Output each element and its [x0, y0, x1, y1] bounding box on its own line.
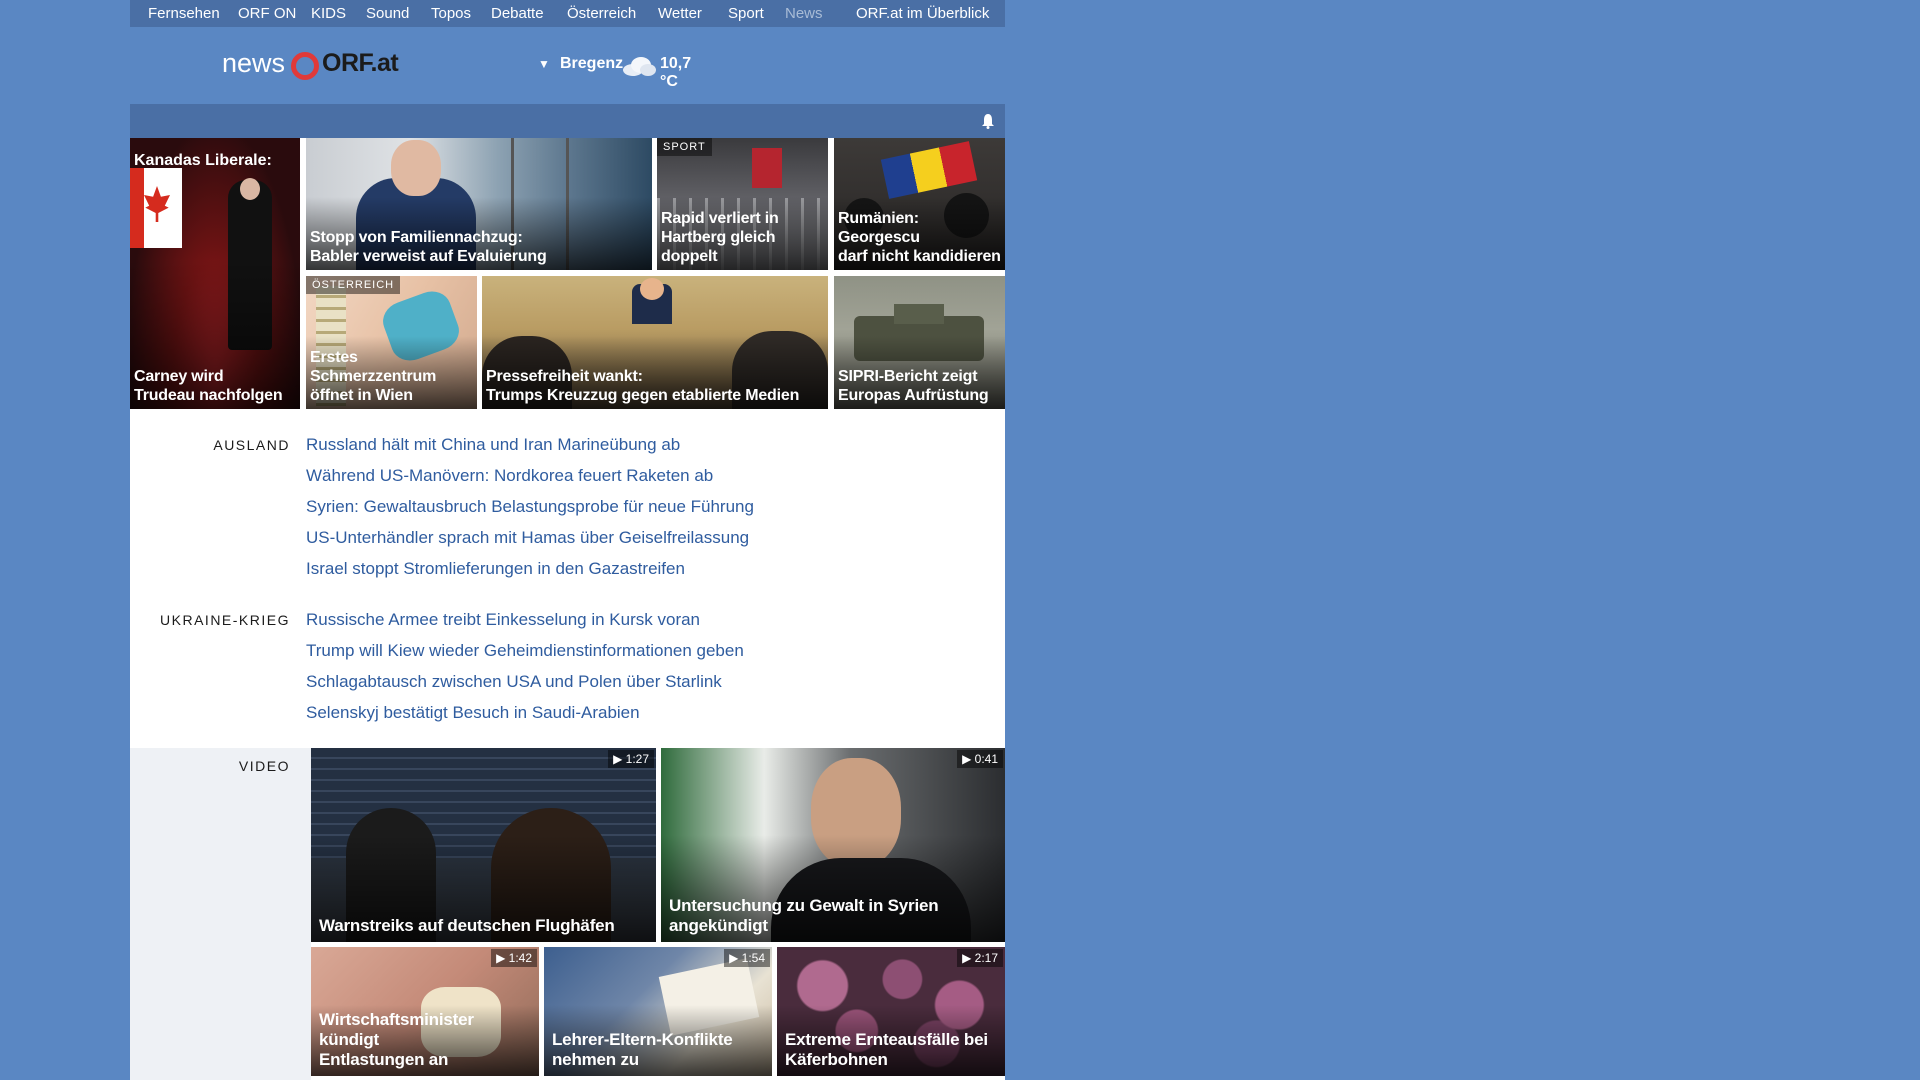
- cloud-icon: [623, 57, 656, 76]
- teaser-caption: Rapid verliert in Hartberg gleich doppel…: [661, 209, 824, 266]
- bell-icon[interactable]: [981, 113, 995, 129]
- video-teaser-syrien[interactable]: ▶ 0:41 Untersuchung zu Gewalt in Syrien …: [661, 748, 1005, 942]
- teaser-caption: Pressefreiheit wankt: Trumps Kreuzzug ge…: [486, 367, 824, 405]
- video-duration: ▶ 1:54: [724, 949, 770, 967]
- teaser-caption-line: darf nicht kandidieren: [838, 248, 1001, 265]
- orf-ring-icon: [291, 52, 319, 80]
- weather-temperature: 10,7 °C: [660, 55, 692, 90]
- headline-link[interactable]: Russland hält mit China und Iran Marineü…: [306, 435, 680, 455]
- teaser-caption-line: Trumps Kreuzzug gegen etablierte Medien: [486, 387, 800, 404]
- teaser-caption: Stopp von Familiennachzug: Babler verwei…: [310, 228, 648, 266]
- video-duration: ▶ 2:17: [957, 949, 1003, 967]
- teaser-caption: SIPRI-Bericht zeigt Europas Aufrüstung: [838, 367, 1001, 405]
- teaser-caption: Rumänien: Georgescu darf nicht kandidier…: [838, 209, 1001, 266]
- video-caption: Lehrer-Eltern-Konflikte nehmen zu: [552, 1030, 768, 1070]
- nav-oesterreich[interactable]: Österreich: [567, 5, 636, 22]
- teaser-canada[interactable]: Kanadas Liberale: Carney wird Trudeau na…: [130, 138, 300, 409]
- top-navigation: Fernsehen ORF ON KIDS Sound Topos Debatt…: [130, 0, 1005, 27]
- nav-topos[interactable]: Topos: [431, 5, 471, 22]
- video-caption: Warnstreiks auf deutschen Flughäfen: [319, 916, 652, 936]
- section-label-ausland: AUSLAND: [213, 437, 290, 453]
- video-caption-line: Entlastungen an: [319, 1050, 449, 1069]
- video-caption-line: Untersuchung zu Gewalt in Syrien: [669, 896, 939, 915]
- teaser-sipri[interactable]: SIPRI-Bericht zeigt Europas Aufrüstung: [834, 276, 1005, 409]
- nav-sound[interactable]: Sound: [366, 5, 409, 22]
- headline-link[interactable]: Israel stoppt Stromlieferungen in den Ga…: [306, 559, 685, 579]
- video-caption: Extreme Ernteausfälle bei Käferbohnen: [785, 1030, 1001, 1070]
- logo-news-text: news: [222, 48, 286, 78]
- video-teaser-kaeferbohnen[interactable]: ▶ 2:17 Extreme Ernteausfälle bei Käferbo…: [777, 947, 1005, 1076]
- teaser-caption-line: Stopp von Familiennachzug:: [310, 229, 523, 246]
- headline-link[interactable]: Syrien: Gewaltausbruch Belastungsprobe f…: [306, 497, 754, 517]
- teaser-caption: Erstes Schmerzzentrum öffnet in Wien: [310, 348, 473, 405]
- video-teaser-wirtschaftsminister[interactable]: ▶ 1:42 Wirtschaftsminister kündigt Entla…: [311, 947, 539, 1076]
- section-label-ukraine: UKRAINE-KRIEG: [160, 612, 290, 628]
- video-caption-line: Extreme Ernteausfälle bei: [785, 1030, 988, 1049]
- video-duration: ▶ 1:42: [491, 949, 537, 967]
- dropdown-triangle-icon: ▼: [538, 57, 550, 71]
- video-duration: ▶ 0:41: [957, 750, 1003, 768]
- teaser-rapid[interactable]: SPORT Rapid verliert in Hartberg gleich …: [657, 138, 828, 270]
- teaser-category-tag: ÖSTERREICH: [306, 276, 401, 294]
- headline-link[interactable]: Trump will Kiew wieder Geheimdienstinfor…: [306, 641, 744, 661]
- teaser-caption-line: Hartberg gleich doppelt: [661, 229, 776, 265]
- teaser-schmerzzentrum[interactable]: ÖSTERREICH Erstes Schmerzzentrum öffnet …: [306, 276, 477, 409]
- video-caption: Untersuchung zu Gewalt in Syrien angekün…: [669, 896, 1001, 936]
- nav-kids[interactable]: KIDS: [311, 5, 346, 22]
- teaser-category-tag: SPORT: [657, 138, 712, 156]
- video-duration: ▶ 1:27: [608, 750, 654, 768]
- headline-link[interactable]: Während US-Manövern: Nordkorea feuert Ra…: [306, 466, 713, 486]
- video-caption-line: angekündigt: [669, 916, 768, 935]
- teaser-romania[interactable]: Rumänien: Georgescu darf nicht kandidier…: [834, 138, 1005, 270]
- teaser-kicker: Kanadas Liberale:: [134, 152, 272, 169]
- teaser-caption-line: Babler verweist auf Evaluierung: [310, 248, 547, 265]
- teaser-caption-line: Europas Aufrüstung: [838, 387, 989, 404]
- weather-city: Bregenz: [560, 55, 624, 72]
- nav-orf-on[interactable]: ORF ON: [238, 5, 296, 22]
- video-teaser-lehrer-eltern[interactable]: ▶ 1:54 Lehrer-Eltern-Konflikte nehmen zu: [544, 947, 772, 1076]
- video-caption-line: Wirtschaftsminister kündigt: [319, 1010, 474, 1049]
- teaser-caption-line: Carney wird: [134, 368, 224, 385]
- teaser-caption-line: Pressefreiheit wankt:: [486, 368, 643, 385]
- headline-link[interactable]: Russische Armee treibt Einkesselung in K…: [306, 610, 700, 630]
- teaser-caption-line: Trudeau nachfolgen: [134, 387, 283, 404]
- video-caption-line: Warnstreiks auf deutschen Flughäfen: [319, 916, 615, 935]
- teaser-caption-line: öffnet in Wien: [310, 387, 413, 404]
- nav-fernsehen[interactable]: Fernsehen: [148, 5, 220, 22]
- headline-link[interactable]: US-Unterhändler sprach mit Hamas über Ge…: [306, 528, 749, 548]
- teaser-caption-line: Erstes Schmerzzentrum: [310, 349, 437, 385]
- video-caption-line: Lehrer-Eltern-Konflikte: [552, 1030, 733, 1049]
- video-caption-line: nehmen zu: [552, 1050, 639, 1069]
- nav-wetter[interactable]: Wetter: [658, 5, 702, 22]
- nav-debatte[interactable]: Debatte: [491, 5, 544, 22]
- teaser-caption-line: SIPRI-Bericht zeigt: [838, 368, 978, 385]
- top-bar: [130, 104, 1005, 138]
- teaser-caption-line: Rapid verliert in: [661, 210, 779, 227]
- teaser-pressefreiheit[interactable]: Pressefreiheit wankt: Trumps Kreuzzug ge…: [482, 276, 828, 409]
- section-label-video: VIDEO: [238, 758, 290, 774]
- video-caption: Wirtschaftsminister kündigt Entlastungen…: [319, 1010, 535, 1070]
- logo-orf-text: ORF.at: [322, 49, 399, 77]
- headline-link[interactable]: Selenskyj bestätigt Besuch in Saudi-Arab…: [306, 703, 640, 723]
- teaser-caption: Carney wird Trudeau nachfolgen: [134, 367, 296, 405]
- headline-link[interactable]: Schlagabtausch zwischen USA und Polen üb…: [306, 672, 722, 692]
- video-section-sidebar: [130, 748, 311, 1080]
- video-caption-line: Käferbohnen: [785, 1050, 888, 1069]
- nav-orf-overview[interactable]: ORF.at im Überblick: [856, 5, 989, 22]
- video-teaser-flughafen[interactable]: ▶ 1:27 Warnstreiks auf deutschen Flughäf…: [311, 748, 656, 942]
- nav-sport[interactable]: Sport: [728, 5, 764, 22]
- nav-news[interactable]: News: [785, 5, 823, 22]
- teaser-familiennachzug[interactable]: Stopp von Familiennachzug: Babler verwei…: [306, 138, 652, 270]
- teaser-caption-line: Rumänien: Georgescu: [838, 210, 920, 246]
